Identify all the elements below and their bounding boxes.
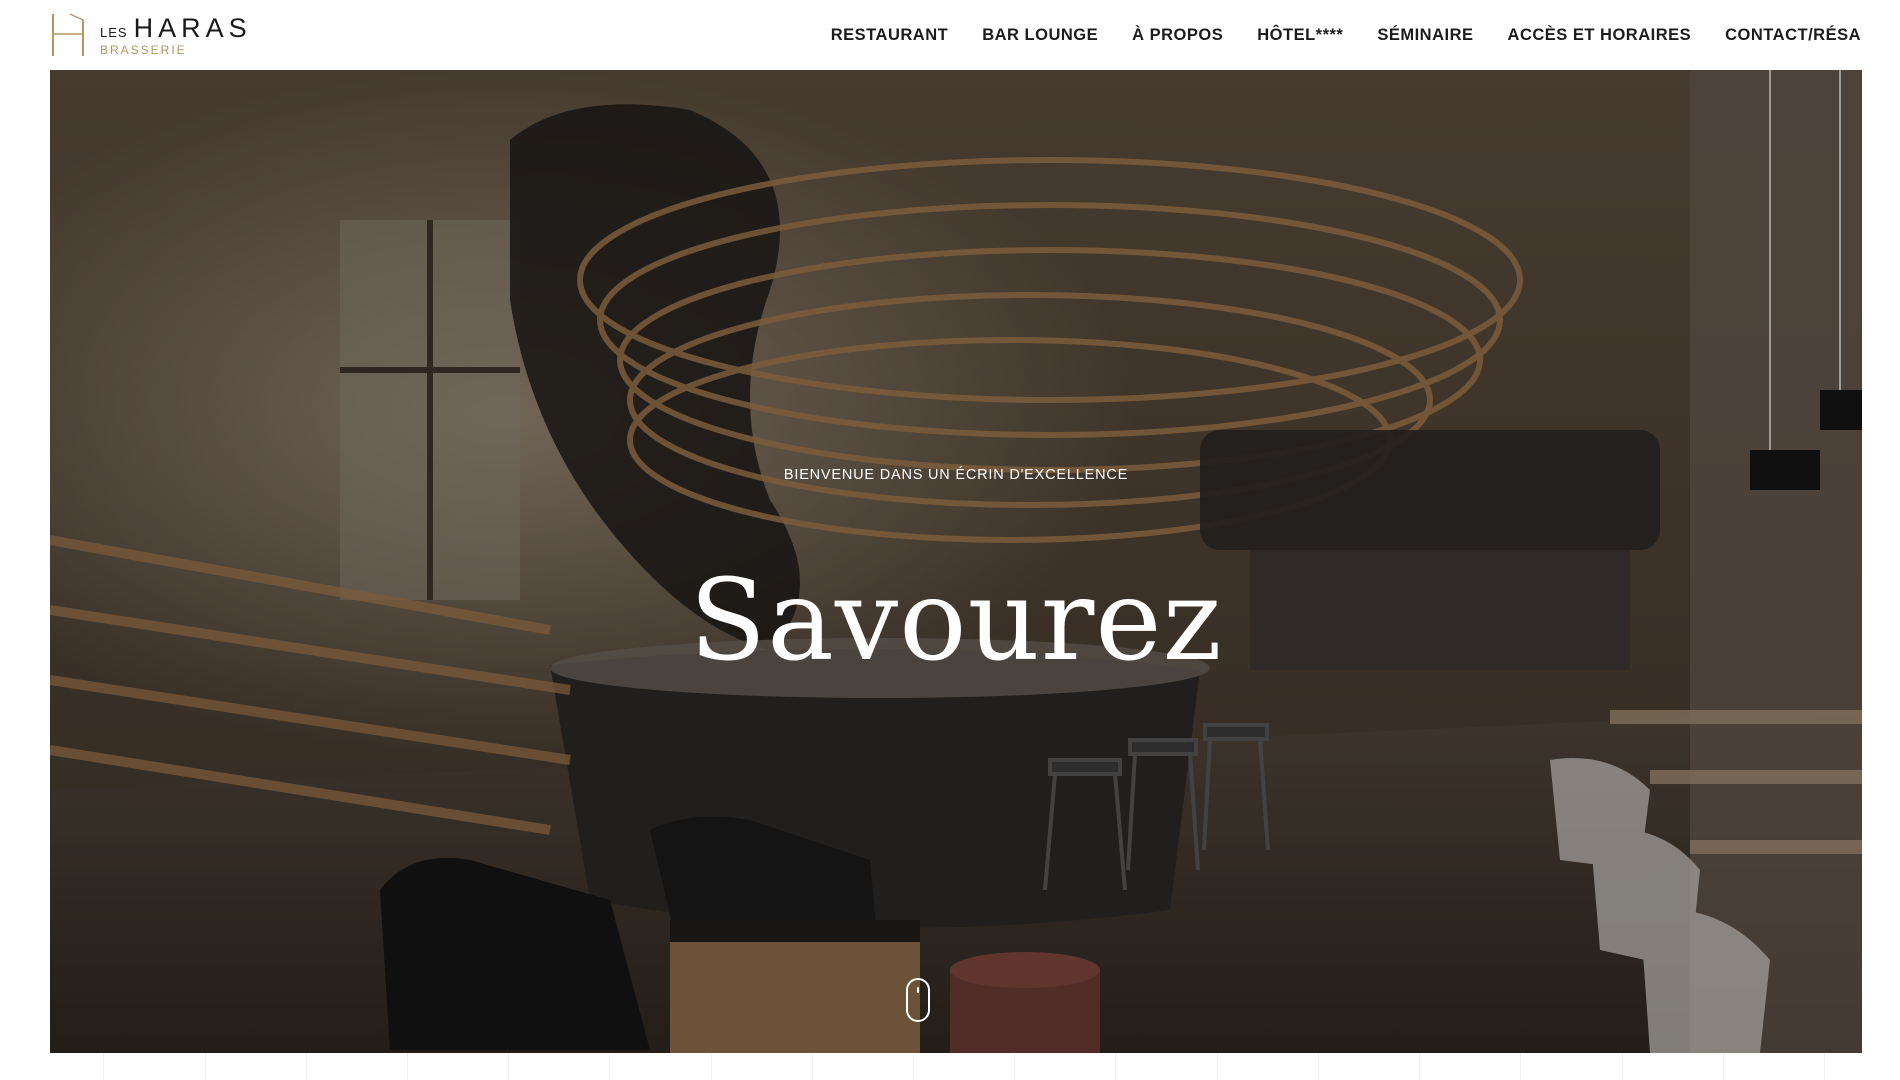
logo-brasserie: BRASSERIE — [100, 42, 187, 57]
hero-subtitle: BIENVENUE DANS UN ÉCRIN D'EXCELLENCE — [783, 467, 1129, 483]
hero-banner: BIENVENUE DANS UN ÉCRIN D'EXCELLENCE Sav… — [50, 70, 1862, 1053]
nav-a-propos[interactable]: À PROPOS — [1132, 26, 1223, 45]
scroll-mouse-icon[interactable] — [906, 978, 930, 1022]
site-header: LES HARAS BRASSERIE RESTAURANT BAR LOUNG… — [0, 0, 1900, 70]
logo-wordmark: LES HARAS BRASSERIE — [100, 12, 252, 57]
logo-les: LES — [100, 24, 128, 40]
main-navigation: RESTAURANT BAR LOUNGE À PROPOS HÔTEL****… — [831, 0, 1861, 70]
nav-contact-resa[interactable]: CONTACT/RÉSA — [1725, 26, 1861, 45]
nav-acces-horaires[interactable]: ACCÈS ET HORAIRES — [1508, 26, 1692, 45]
nav-hotel[interactable]: HÔTEL**** — [1257, 26, 1343, 45]
logo-haras: HARAS — [133, 12, 252, 43]
nav-bar-lounge[interactable]: BAR LOUNGE — [982, 26, 1098, 45]
nav-seminaire[interactable]: SÉMINAIRE — [1377, 26, 1473, 45]
hero-title: Savourez — [689, 556, 1223, 686]
logo-h-mark-icon — [50, 12, 86, 58]
nav-restaurant[interactable]: RESTAURANT — [831, 26, 948, 45]
brand-logo[interactable]: LES HARAS BRASSERIE — [50, 12, 252, 58]
